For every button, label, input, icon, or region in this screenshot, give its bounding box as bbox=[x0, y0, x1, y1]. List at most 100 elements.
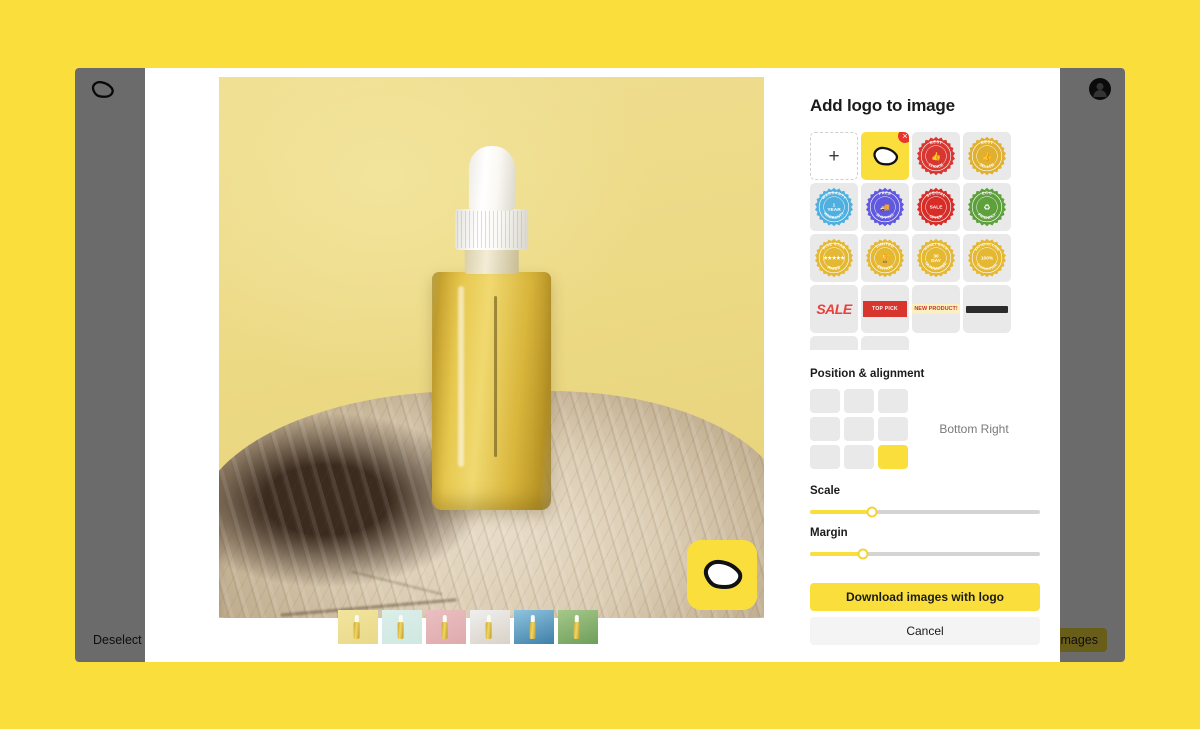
logo-tile-best-choice[interactable]: BEST CHOICE 👍 bbox=[912, 132, 960, 180]
image-editor-pane bbox=[145, 68, 790, 662]
scale-label: Scale bbox=[810, 485, 841, 497]
seal-icon: SPECIALOFFERSALE bbox=[917, 187, 955, 227]
add-logo-tile[interactable]: + bbox=[810, 132, 858, 180]
thumbnail-bottle-cap bbox=[354, 614, 359, 623]
logo-tile-satisfaction-guaranteed[interactable]: SATISFACTION GUARANTEED 100% bbox=[963, 234, 1011, 282]
margin-slider-block: Margin bbox=[810, 527, 1040, 560]
thumbnail-bottle-cap bbox=[574, 614, 579, 623]
serum-bottle bbox=[431, 271, 552, 510]
logo-tile-dark-bar[interactable] bbox=[963, 285, 1011, 333]
download-images-with-logo-button[interactable]: Download images with logo bbox=[810, 583, 1040, 611]
logo-tile-new-product-tag[interactable]: NEW PRODUCT! bbox=[912, 285, 960, 333]
svg-text:👍: 👍 bbox=[982, 151, 992, 161]
svg-text:YEAR: YEAR bbox=[827, 207, 841, 213]
position-top-left[interactable] bbox=[810, 389, 840, 413]
scale-slider-fill bbox=[810, 510, 873, 514]
bottle-neck bbox=[464, 247, 519, 275]
seal-icon: LIMITEDEDITION🏆 bbox=[866, 238, 904, 278]
logo-tile-partial-2[interactable] bbox=[861, 336, 909, 350]
logo-tile-top-pick-ribbon[interactable]: TOP PICK bbox=[861, 285, 909, 333]
blob-logo-watermark-svg bbox=[704, 559, 743, 589]
logo-tile-sale-text[interactable]: SALE bbox=[810, 285, 858, 333]
scale-slider-knob[interactable] bbox=[866, 506, 878, 518]
logo-tile-money-back-30-day[interactable]: MONEY BACK GUARANTEE 30 DAY bbox=[912, 234, 960, 282]
thumbnail-bottle bbox=[485, 621, 493, 640]
thumbnail-6[interactable] bbox=[557, 610, 598, 644]
position-bottom-right[interactable] bbox=[878, 445, 908, 469]
top-pick-ribbon-label: TOP PICK bbox=[872, 306, 898, 312]
seal-icon: BESTCHOICE👍 bbox=[917, 136, 955, 176]
logo-library-grid[interactable]: + × BEST CHOICE 👍 BEST SELLER 👍 WARRANTY WARRANTY… bbox=[810, 132, 1040, 350]
thumbnail-bottle-cap bbox=[442, 614, 447, 623]
seal-icon: SATISFACTIONGUARANTEED100% bbox=[968, 238, 1006, 278]
position-bottom-left[interactable] bbox=[810, 445, 840, 469]
logo-tile-brand-blob[interactable]: × bbox=[861, 132, 909, 180]
thumbnail-bottle bbox=[573, 621, 581, 640]
thumbnail-5[interactable] bbox=[513, 610, 554, 644]
position-grid[interactable] bbox=[810, 389, 908, 469]
svg-text:ECO: ECO bbox=[981, 190, 992, 196]
thumbnail-bottle bbox=[397, 621, 405, 640]
logo-tile-partial-1[interactable] bbox=[810, 336, 858, 350]
bottle-cap bbox=[454, 209, 529, 251]
logo-tile-warranty-1-year[interactable]: WARRANTY WARRANTY 1 YEAR bbox=[810, 183, 858, 231]
blob-logo-icon-svg bbox=[873, 146, 899, 165]
image-canvas[interactable] bbox=[219, 77, 764, 618]
margin-label: Margin bbox=[810, 527, 848, 539]
cancel-button[interactable]: Cancel bbox=[810, 617, 1040, 645]
position-middle-center[interactable] bbox=[844, 417, 874, 441]
logo-tile-free-shipping[interactable]: FREE SHIPPING 🚚 bbox=[861, 183, 909, 231]
position-bottom-center[interactable] bbox=[844, 445, 874, 469]
seal-icon: FIVE STARRATED★★★★★ bbox=[815, 238, 853, 278]
margin-slider-track[interactable] bbox=[810, 548, 1040, 560]
thumbnail-bottle-cap bbox=[486, 614, 491, 623]
thumbnail-1[interactable] bbox=[337, 610, 378, 644]
new-product-tag-label: NEW PRODUCT! bbox=[912, 304, 960, 314]
seal-icon: BESTSELLER👍 bbox=[968, 136, 1006, 176]
logo-tile-five-star-rated[interactable]: FIVE STAR RATED ★★★★★ bbox=[810, 234, 858, 282]
margin-slider-fill bbox=[810, 552, 863, 556]
thumbnail-bottle-cap bbox=[530, 614, 535, 623]
thumbnail-bottle bbox=[441, 621, 449, 640]
sale-text-label: SALE bbox=[816, 301, 852, 317]
thumbnail-strip[interactable] bbox=[145, 610, 790, 644]
svg-text:SALE: SALE bbox=[930, 205, 944, 211]
logo-tile-special-offer[interactable]: SPECIAL OFFER SALE bbox=[912, 183, 960, 231]
product-photo bbox=[219, 77, 764, 618]
logo-options-panel: Add logo to image + × BEST CHOICE 👍 BEST SELLE… bbox=[790, 68, 1060, 662]
rock-crack-2 bbox=[351, 570, 444, 596]
margin-slider-knob[interactable] bbox=[857, 548, 869, 560]
thumbnail-2[interactable] bbox=[381, 610, 422, 644]
scale-slider-block: Scale bbox=[810, 485, 1040, 518]
dropper-bulb bbox=[468, 145, 515, 211]
panel-title: Add logo to image bbox=[810, 96, 955, 115]
position-top-right[interactable] bbox=[878, 389, 908, 413]
thumbnail-bottle bbox=[353, 621, 361, 640]
position-selected-label: Bottom Right bbox=[939, 422, 1009, 436]
svg-text:DAY: DAY bbox=[931, 258, 941, 264]
logo-tile-eco-friendly[interactable]: ECO FRIENDLY ♻ bbox=[963, 183, 1011, 231]
seal-icon: FREESHIPPING🚚 bbox=[866, 187, 904, 227]
seal-icon: ECOFRIENDLY♻ bbox=[968, 187, 1006, 227]
remove-logo-icon[interactable]: × bbox=[898, 132, 909, 143]
plus-icon: + bbox=[828, 145, 840, 167]
position-controls: Bottom Right bbox=[810, 389, 1040, 469]
svg-text:👍: 👍 bbox=[931, 151, 941, 161]
position-section-label: Position & alignment bbox=[810, 368, 925, 380]
svg-text:🚚: 🚚 bbox=[880, 203, 890, 212]
position-top-center[interactable] bbox=[844, 389, 874, 413]
thumbnail-bottle-cap bbox=[398, 614, 403, 623]
blob-logo-watermark[interactable] bbox=[687, 540, 757, 610]
thumbnail-3[interactable] bbox=[425, 610, 466, 644]
top-pick-ribbon-icon: TOP PICK bbox=[863, 301, 907, 317]
position-middle-left[interactable] bbox=[810, 417, 840, 441]
scale-slider-track[interactable] bbox=[810, 506, 1040, 518]
logo-tile-limited-edition[interactable]: LIMITED EDITION 🏆 bbox=[861, 234, 909, 282]
svg-text:🏆: 🏆 bbox=[880, 253, 890, 263]
svg-text:100%: 100% bbox=[981, 256, 994, 262]
position-middle-right[interactable] bbox=[878, 417, 908, 441]
logo-tile-best-seller[interactable]: BEST SELLER 👍 bbox=[963, 132, 1011, 180]
svg-text:★★★★★: ★★★★★ bbox=[823, 256, 845, 262]
thumbnail-4[interactable] bbox=[469, 610, 510, 644]
seal-icon: WARRANTYWARRANTY1YEAR bbox=[815, 187, 853, 227]
